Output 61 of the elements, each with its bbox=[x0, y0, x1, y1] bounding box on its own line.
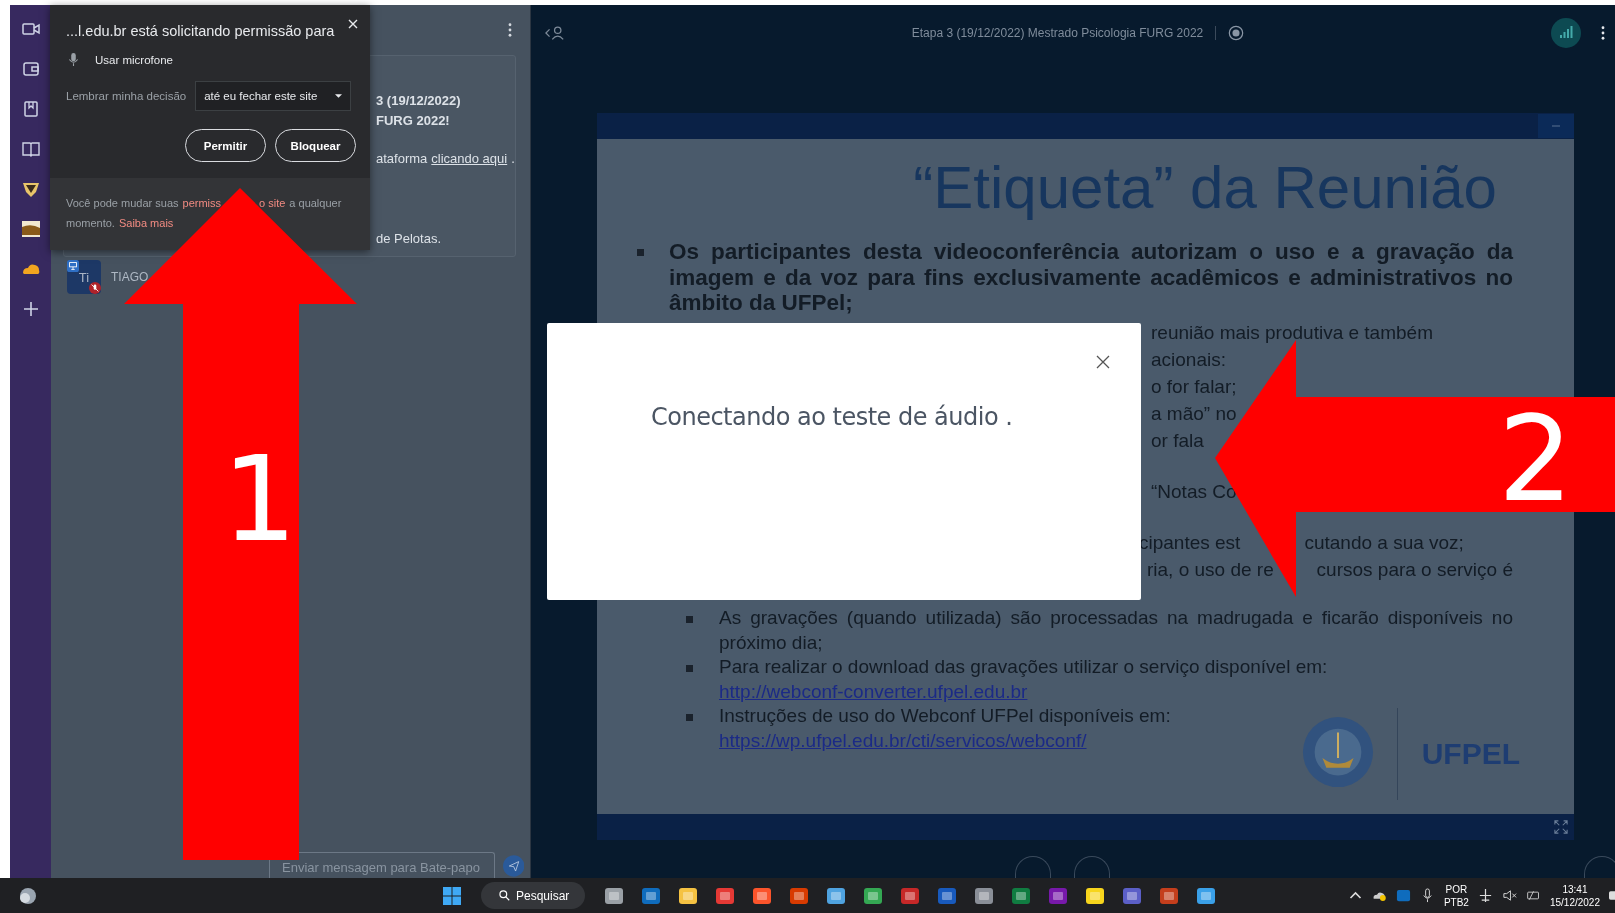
slide-bullet-text: Instruções de uso do Webconf UFPel disponíveis em: bbox=[719, 704, 1172, 729]
footer-text: momento. bbox=[66, 216, 115, 231]
search-field[interactable]: Pesquisar bbox=[481, 882, 586, 909]
close-icon[interactable] bbox=[1096, 355, 1110, 369]
meeting-title: Etapa 3 (19/12/2022) Mestrado Psicologia FURG 2022 bbox=[911, 25, 1204, 40]
slide-text: ria, o uso de re bbox=[1147, 558, 1274, 583]
book-icon[interactable] bbox=[20, 139, 41, 159]
user-name: TIAGO bbox=[111, 270, 149, 284]
slide-text: or fala bbox=[1151, 429, 1204, 454]
wallet-icon[interactable] bbox=[20, 59, 41, 79]
learn-more-link[interactable]: Saiba mais bbox=[118, 213, 174, 233]
speaker-muted-icon[interactable] bbox=[1501, 888, 1517, 903]
weather-icon[interactable] bbox=[18, 885, 38, 906]
search-icon bbox=[499, 890, 510, 901]
annotation-number: 2 bbox=[1498, 400, 1574, 518]
bullet-icon bbox=[686, 714, 693, 722]
message-text: de Pelotas. bbox=[376, 230, 442, 246]
slide-text: a mão” no bbox=[1151, 402, 1237, 427]
permissions-link[interactable]: permiss bbox=[182, 193, 222, 213]
message-text: FURG 2022! bbox=[376, 112, 450, 128]
keyboard-language[interactable]: POR PTB2 bbox=[1443, 882, 1469, 909]
connection-status-icon[interactable] bbox=[1551, 17, 1581, 48]
message-text: 3 (19/12/2022) bbox=[376, 92, 461, 108]
fullscreen-icon[interactable] bbox=[1554, 820, 1568, 834]
bullet-icon bbox=[686, 616, 693, 624]
slide-text: o for falar; bbox=[1151, 375, 1237, 400]
slide-text: “Notas Co bbox=[1151, 480, 1237, 505]
slide-text: cipantes est bbox=[1139, 531, 1241, 556]
caret-icon bbox=[335, 94, 343, 98]
clock[interactable]: 13:41 15/12/2022 bbox=[1549, 882, 1600, 909]
battery-icon[interactable] bbox=[1525, 888, 1541, 903]
chat-input-field[interactable]: Enviar mensagem para Bate-papo bbox=[269, 852, 495, 878]
picture-icon[interactable] bbox=[20, 219, 41, 239]
slide-text: acionais: bbox=[1151, 348, 1226, 373]
user-list-toggle-icon[interactable] bbox=[545, 24, 565, 41]
user-avatar[interactable]: Ti bbox=[67, 260, 101, 294]
annotation-number: 1 bbox=[222, 440, 298, 558]
permissions-link[interactable]: o site bbox=[259, 193, 286, 213]
remember-label: Lembrar minha decisão bbox=[66, 90, 187, 102]
windows-start-icon[interactable] bbox=[442, 885, 462, 906]
slide-text: cursos para o serviço é bbox=[1316, 558, 1513, 583]
message-link[interactable]: clicando aqui bbox=[431, 150, 508, 166]
footer-text: Você pode mudar suas bbox=[66, 196, 179, 211]
permission-label: Usar microfone bbox=[95, 53, 173, 66]
slide-text: reunião mais produtiva e também bbox=[1151, 321, 1433, 346]
bullet-icon bbox=[637, 249, 644, 256]
bullet-icon bbox=[686, 665, 693, 673]
send-icon[interactable] bbox=[502, 854, 524, 878]
microphone-icon bbox=[68, 52, 79, 67]
slide-bullet-text: As gravações (quando utilizada) são processadas na madrugada e ficarão disponíveis no próximo dia; bbox=[719, 606, 1513, 655]
popup-title: ...l.edu.br está solicitando permissão para bbox=[66, 23, 336, 39]
message-text: ataforma bbox=[376, 150, 428, 166]
slide-bullet-text: Para realizar o download das gravações utilizar o serviço disponível em: bbox=[719, 655, 1329, 680]
message-text: . bbox=[511, 150, 515, 166]
slide-bullet-text: Os participantes desta videoconferência autorizam o uso e a gravação da imagem e da voz para fins exclusivamente acadêmicos e administrativos no âmbito da UFPel; bbox=[669, 239, 1513, 317]
record-icon[interactable] bbox=[1228, 24, 1245, 41]
dialog-message: Conectando ao teste de áudio . bbox=[651, 403, 1013, 431]
slide-text: cutando a sua voz; bbox=[1304, 531, 1464, 556]
remember-dropdown[interactable]: até eu fechar este site bbox=[195, 81, 352, 111]
footer-text: a qualquer bbox=[289, 196, 342, 211]
more-options-icon[interactable] bbox=[1601, 25, 1605, 40]
